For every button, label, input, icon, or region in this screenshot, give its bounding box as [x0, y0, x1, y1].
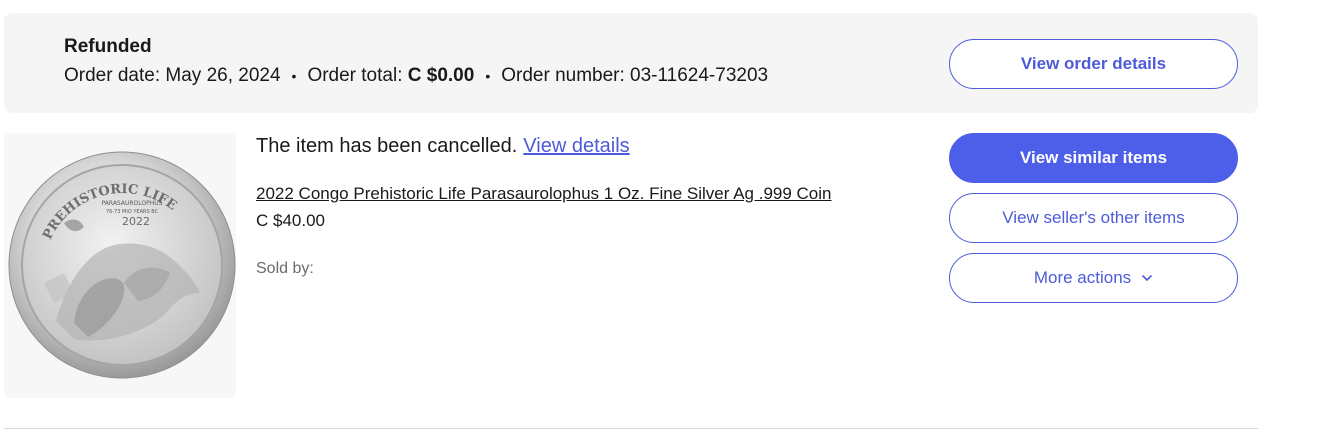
order-meta: Order date: May 26, 2024 • Order total: … — [64, 65, 768, 87]
order-total-label: Order total: — [307, 65, 403, 86]
svg-text:PARASAUROLOPHUS: PARASAUROLOPHUS — [102, 200, 163, 207]
sold-by-label: Sold by: — [256, 260, 314, 277]
item-title-link[interactable]: 2022 Congo Prehistoric Life Parasaurolop… — [256, 184, 832, 204]
separator-dot: • — [485, 68, 491, 84]
order-number-label: Order number: — [501, 65, 625, 86]
order-date-value: May 26, 2024 — [165, 65, 281, 86]
item-image[interactable]: PREHISTORIC LIFE PARASAUROLOPHUS 76-73 M… — [4, 133, 236, 398]
view-details-link[interactable]: View details — [523, 135, 629, 157]
divider — [4, 428, 1258, 429]
view-seller-items-button[interactable]: View seller's other items — [949, 193, 1238, 243]
item-price: C $40.00 — [256, 211, 325, 230]
more-actions-button[interactable]: More actions — [949, 253, 1238, 303]
order-status: Refunded — [64, 36, 152, 57]
chevron-down-icon — [1142, 275, 1152, 281]
view-order-details-button[interactable]: View order details — [949, 39, 1238, 89]
svg-text:2022: 2022 — [122, 215, 150, 228]
silver-coin-image: PREHISTORIC LIFE PARASAUROLOPHUS 76-73 M… — [8, 151, 236, 379]
separator-dot: • — [291, 68, 297, 84]
cancel-message: The item has been cancelled. — [256, 135, 518, 157]
order-total-value: C $0.00 — [407, 65, 475, 86]
view-similar-items-button[interactable]: View similar items — [949, 133, 1238, 183]
cancel-message-row: The item has been cancelled. View details — [256, 135, 630, 158]
order-number-value: 03-11624-73203 — [630, 65, 769, 86]
order-date-label: Order date: — [64, 65, 161, 86]
more-actions-label: More actions — [1033, 268, 1132, 287]
